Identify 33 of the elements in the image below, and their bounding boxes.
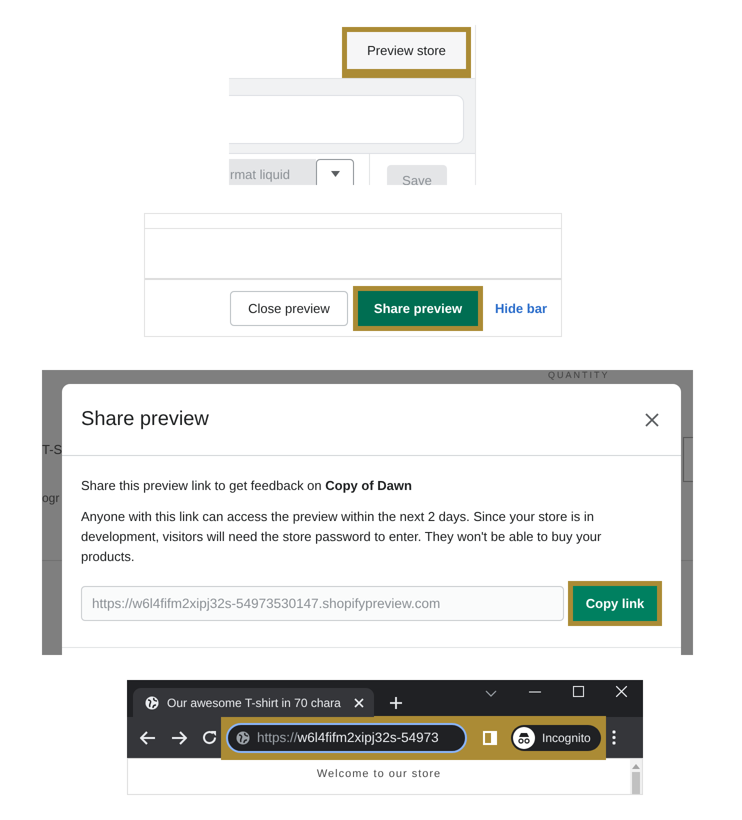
maximize-icon[interactable] xyxy=(573,686,584,697)
url-host: w6l4fifm2xipj32s-54973 xyxy=(298,730,439,745)
globe-icon xyxy=(145,696,159,710)
column-heading: QUANTITY xyxy=(548,370,610,381)
hide-bar-link[interactable]: Hide bar xyxy=(494,300,547,316)
address-bar[interactable]: https://w6l4fifm2xipj32s-54973 xyxy=(226,722,467,752)
chevron-icon[interactable] xyxy=(485,690,497,698)
product-text: ogr xyxy=(42,491,60,505)
product-title: T-S xyxy=(42,442,62,457)
url-scheme: https:// xyxy=(257,730,298,745)
scrollbar[interactable] xyxy=(630,759,642,794)
new-tab-icon[interactable] xyxy=(390,697,402,709)
browser-tab[interactable]: Our awesome T-shirt in 70 chara xyxy=(133,688,374,717)
intro-text: Share this preview link to get feedback on Copy of Dawn xyxy=(81,478,413,493)
reload-icon[interactable] xyxy=(202,730,217,745)
notice-text: Anyone with this link can access the preview within the next 2 days. Since your store is in development, visitors will need the store password to enter. They won't be able to buy your products. xyxy=(81,508,602,566)
back-icon[interactable] xyxy=(140,730,156,744)
dialog-title: Share preview xyxy=(81,408,209,431)
preview-store-button[interactable]: Preview store xyxy=(347,32,466,69)
close-preview-button[interactable]: Close preview xyxy=(230,290,348,326)
side-panel-icon[interactable] xyxy=(483,730,497,744)
incognito-chip[interactable]: Incognito xyxy=(511,724,601,750)
globe-icon xyxy=(236,730,250,744)
copy-link-button[interactable]: Copy link xyxy=(573,586,657,621)
incognito-icon xyxy=(513,726,535,748)
close-icon[interactable] xyxy=(645,412,659,426)
caret-icon xyxy=(330,171,340,177)
menu-icon[interactable] xyxy=(612,730,616,745)
close-window-icon[interactable] xyxy=(616,686,627,697)
welcome-text: Welcome to our store xyxy=(316,767,442,782)
forward-icon[interactable] xyxy=(171,730,187,744)
dropdown-button[interactable] xyxy=(316,159,354,185)
share-preview-button[interactable]: Share preview xyxy=(358,290,478,326)
